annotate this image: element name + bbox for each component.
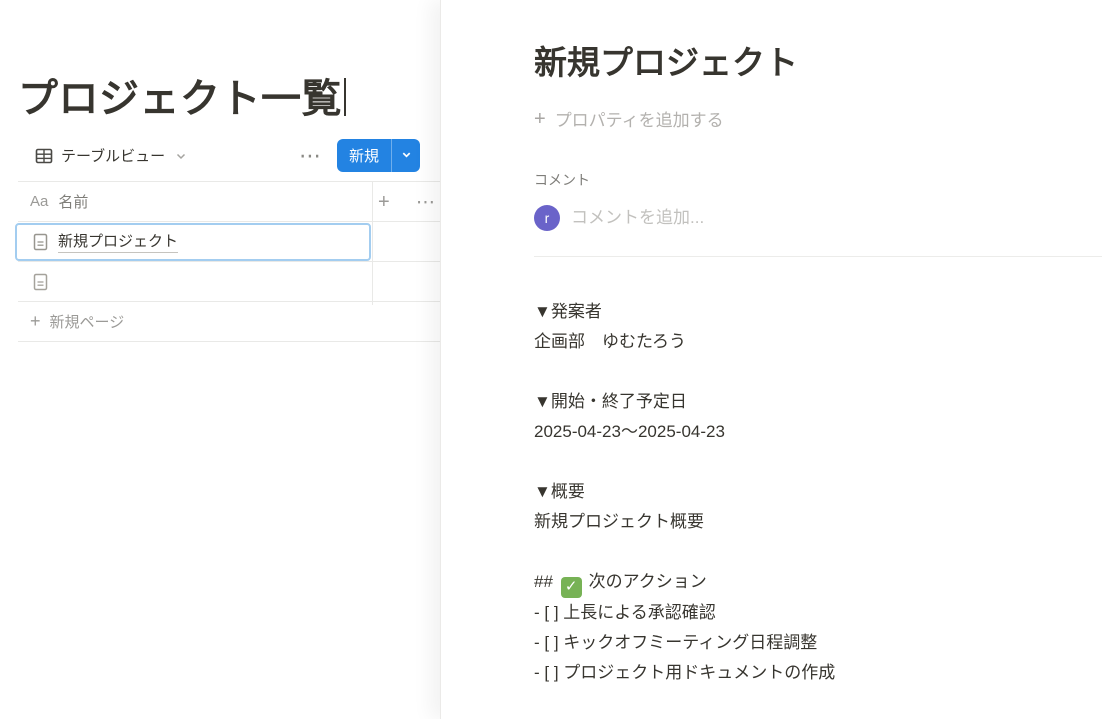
view-tab-table[interactable]: テーブルビュー bbox=[35, 145, 187, 166]
plus-icon: + bbox=[30, 311, 41, 331]
text-block-summary-value[interactable]: 新規プロジェクト概要 bbox=[534, 507, 1073, 537]
plus-icon: + bbox=[534, 107, 546, 130]
markdown-heading-prefix: ## bbox=[534, 572, 558, 591]
todo-text-block[interactable]: - [ ] 上長による承認確認 bbox=[534, 598, 1073, 628]
table-view-icon bbox=[35, 147, 53, 165]
text-caret bbox=[344, 78, 346, 116]
todo-text-block[interactable]: - [ ] キックオフミーティング日程調整 bbox=[534, 628, 1073, 658]
table-row[interactable] bbox=[18, 262, 441, 302]
table-options-more-button[interactable]: ⋯ bbox=[416, 182, 436, 222]
text-block-empty[interactable] bbox=[534, 537, 1073, 567]
page-icon bbox=[32, 273, 49, 291]
new-page-label: 新規ページ bbox=[49, 314, 125, 331]
database-toolbar: テーブルビュー ⋯ 新規 bbox=[18, 139, 420, 172]
comments-section-label: コメント bbox=[534, 172, 590, 188]
column-header-name[interactable]: 名前 bbox=[58, 191, 88, 212]
view-options-more-button[interactable]: ⋯ bbox=[299, 144, 322, 167]
actions-heading-text: 次のアクション bbox=[588, 572, 707, 591]
row-title: 新規プロジェクト bbox=[58, 230, 179, 253]
side-peek-panel: 新規プロジェクト + プロパティを追加する コメント r ▼発案者 企画部 ゆむ… bbox=[440, 0, 1113, 719]
side-peek-content: 新規プロジェクト + プロパティを追加する コメント r ▼発案者 企画部 ゆむ… bbox=[534, 0, 1102, 719]
text-block-proposer-heading[interactable]: ▼発案者 bbox=[534, 297, 1073, 327]
add-property-button[interactable]: + プロパティを追加する bbox=[534, 106, 724, 131]
new-record-button: 新規 bbox=[336, 139, 420, 172]
chevron-down-icon bbox=[401, 147, 412, 165]
add-property-label: プロパティを追加する bbox=[554, 111, 724, 130]
text-block-dates-heading[interactable]: ▼開始・終了予定日 bbox=[534, 387, 1073, 417]
database-table: Aa 名前 + ⋯ 新規プロジェクト + 新規ページ bbox=[15, 181, 441, 342]
comment-input[interactable] bbox=[571, 208, 1073, 228]
text-block-proposer-value[interactable]: 企画部 ゆむたろう bbox=[534, 327, 1073, 357]
page-body: ▼発案者 企画部 ゆむたろう ▼開始・終了予定日 2025-04-23〜2025… bbox=[534, 297, 1073, 688]
database-page: プロジェクト一覧 テーブルビュー ⋯ 新規 Aa 名前 + ⋯ 新規プロジェクト… bbox=[0, 0, 441, 719]
new-record-button-main[interactable]: 新規 bbox=[337, 139, 391, 172]
text-block-dates-value[interactable]: 2025-04-23〜2025-04-23 bbox=[534, 417, 1073, 447]
text-property-type-icon: Aa bbox=[30, 193, 49, 210]
todo-text-block[interactable]: - [ ] プロジェクト用ドキュメントの作成 bbox=[534, 658, 1073, 688]
chevron-down-icon bbox=[175, 150, 187, 162]
section-divider bbox=[534, 256, 1102, 257]
database-title-text: プロジェクト一覧 bbox=[18, 77, 342, 121]
table-row[interactable]: 新規プロジェクト bbox=[15, 222, 441, 262]
text-block-summary-heading[interactable]: ▼概要 bbox=[534, 477, 1073, 507]
view-tab-label: テーブルビュー bbox=[61, 148, 166, 165]
page-icon bbox=[32, 233, 49, 251]
table-header-row: Aa 名前 + ⋯ bbox=[18, 182, 441, 222]
new-page-row[interactable]: + 新規ページ bbox=[18, 302, 441, 342]
database-title[interactable]: プロジェクト一覧 bbox=[18, 66, 346, 124]
peek-page-title[interactable]: 新規プロジェクト bbox=[534, 36, 798, 84]
user-avatar: r bbox=[534, 205, 560, 231]
text-block-empty[interactable] bbox=[534, 357, 1073, 387]
comment-composer: r bbox=[534, 205, 1073, 231]
white-check-mark-emoji: ✓ bbox=[560, 576, 582, 598]
text-block-empty[interactable] bbox=[534, 447, 1073, 477]
text-block-actions-heading[interactable]: ## ✓ 次のアクション bbox=[534, 567, 1073, 598]
add-column-button[interactable]: + bbox=[378, 182, 390, 222]
new-record-dropdown-button[interactable] bbox=[392, 139, 420, 172]
